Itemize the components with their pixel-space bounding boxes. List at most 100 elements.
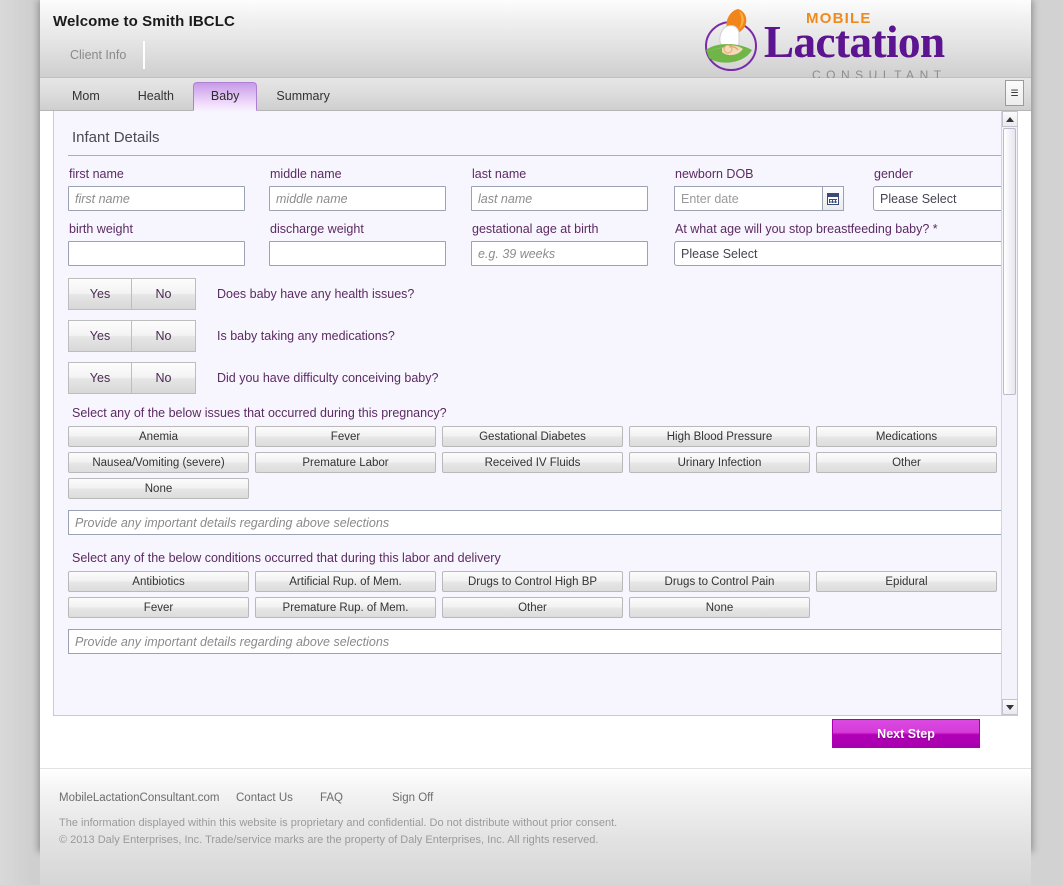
next-step-button[interactable]: Next Step (832, 719, 980, 748)
newborn-dob-label: newborn DOB (675, 167, 754, 181)
option-fever[interactable]: Fever (255, 426, 436, 447)
conceiving-toggle: Yes No (68, 362, 196, 394)
birth-weight-input[interactable] (68, 241, 245, 266)
option-premature-labor[interactable]: Premature Labor (255, 452, 436, 473)
client-info-tab[interactable]: Client Info (53, 40, 143, 69)
footer-links: MobileLactationConsultant.com Contact Us… (40, 769, 1031, 804)
option-other[interactable]: Other (816, 452, 997, 473)
scroll-down-button[interactable] (1002, 699, 1017, 715)
option-labor-none[interactable]: None (629, 597, 810, 618)
first-name-input[interactable] (68, 186, 245, 211)
labor-details-input[interactable] (68, 629, 1003, 654)
option-epidural[interactable]: Epidural (816, 571, 997, 592)
action-bar: Next Step (40, 716, 1031, 768)
conceiving-yes-button[interactable]: Yes (68, 362, 132, 394)
footer-link-contact[interactable]: Contact Us (236, 792, 320, 804)
option-received-iv-fluids[interactable]: Received IV Fluids (442, 452, 623, 473)
stop-breastfeeding-select[interactable]: Please Select ▼ (674, 241, 1017, 266)
option-labor-other[interactable]: Other (442, 597, 623, 618)
option-anemia[interactable]: Anemia (68, 426, 249, 447)
gender-selected-value: Please Select (880, 191, 957, 206)
calendar-icon (827, 192, 839, 205)
option-gestational-diabetes[interactable]: Gestational Diabetes (442, 426, 623, 447)
legal-line-confidential: The information displayed within this we… (59, 817, 618, 829)
calendar-button[interactable] (822, 186, 844, 211)
option-artificial-rupture[interactable]: Artificial Rup. of Mem. (255, 571, 436, 592)
application-page: Welcome to Smith IBCLC Client Info MOBIL… (40, 0, 1031, 885)
footer-link-signoff[interactable]: Sign Off (392, 792, 433, 804)
gender-field: gender Please Select ▼ (873, 167, 1017, 211)
vertical-scrollbar[interactable] (1001, 111, 1017, 715)
stop-breastfeeding-field: At what age will you stop breastfeeding … (674, 222, 1017, 266)
form-panel: Infant Details first name middle name la… (53, 111, 1018, 716)
option-premature-rupture[interactable]: Premature Rup. of Mem. (255, 597, 436, 618)
middle-name-input[interactable] (269, 186, 446, 211)
pregnancy-details-input[interactable] (68, 510, 1003, 535)
brand-logo: MOBILE Lactation CONSULTANT (698, 4, 998, 82)
health-issues-toggle: Yes No (68, 278, 196, 310)
footer-link-faq[interactable]: FAQ (320, 792, 392, 804)
birth-weight-label: birth weight (69, 222, 133, 236)
option-urinary-infection[interactable]: Urinary Infection (629, 452, 810, 473)
yes-no-row: Yes No Does baby have any health issues? (68, 278, 1003, 310)
medications-question: Is baby taking any medications? (217, 329, 395, 343)
newborn-dob-input[interactable] (674, 186, 822, 211)
option-high-blood-pressure[interactable]: High Blood Pressure (629, 426, 810, 447)
footer-legal: The information displayed within this we… (40, 804, 1031, 849)
option-medications[interactable]: Medications (816, 426, 997, 447)
mother-and-baby-icon (705, 9, 757, 71)
middle-name-label: middle name (270, 167, 342, 181)
legal-line-copyright: © 2013 Daly Enterprises, Inc. Trade/serv… (59, 834, 599, 846)
gender-label: gender (874, 167, 913, 181)
tab-mom[interactable]: Mom (53, 82, 119, 111)
yes-no-section: Yes No Does baby have any health issues?… (68, 278, 1003, 394)
medications-toggle: Yes No (68, 320, 196, 352)
health-issues-question: Does baby have any health issues? (217, 287, 415, 301)
birth-weight-field: birth weight (68, 222, 245, 266)
option-nausea-vomiting[interactable]: Nausea/Vomiting (severe) (68, 452, 249, 473)
yes-no-row: Yes No Is baby taking any medications? (68, 320, 1003, 352)
newborn-dob-field: newborn DOB (674, 167, 844, 211)
first-name-label: first name (69, 167, 124, 181)
option-drugs-high-bp[interactable]: Drugs to Control High BP (442, 571, 623, 592)
tab-summary[interactable]: Summary (257, 82, 348, 111)
option-antibiotics[interactable]: Antibiotics (68, 571, 249, 592)
client-tab-bar: Client Info (53, 40, 146, 73)
option-none[interactable]: None (68, 478, 249, 499)
gestational-age-label: gestational age at birth (472, 222, 599, 236)
health-issues-no-button[interactable]: No (132, 278, 196, 310)
gestational-age-input[interactable] (471, 241, 648, 266)
footer-link-site[interactable]: MobileLactationConsultant.com (59, 792, 236, 804)
medications-yes-button[interactable]: Yes (68, 320, 132, 352)
labor-options-grid: Antibiotics Artificial Rup. of Mem. Drug… (68, 571, 1003, 623)
stop-breastfeeding-selected-value: Please Select (681, 246, 758, 261)
main-tab-bar: Mom Health Baby Summary ☰ (40, 78, 1031, 111)
tab-overflow-button[interactable]: ☰ (1005, 80, 1024, 106)
date-picker-group (674, 186, 844, 211)
discharge-weight-input[interactable] (269, 241, 446, 266)
health-issues-yes-button[interactable]: Yes (68, 278, 132, 310)
scrollbar-thumb[interactable] (1003, 128, 1016, 395)
gender-select[interactable]: Please Select ▼ (873, 186, 1017, 211)
scroll-up-button[interactable] (1002, 111, 1017, 127)
discharge-weight-label: discharge weight (270, 222, 364, 236)
conceiving-no-button[interactable]: No (132, 362, 196, 394)
page-header: Welcome to Smith IBCLC Client Info MOBIL… (40, 0, 1031, 82)
pregnancy-prompt: Select any of the below issues that occu… (72, 406, 447, 420)
last-name-input[interactable] (471, 186, 648, 211)
option-drugs-pain[interactable]: Drugs to Control Pain (629, 571, 810, 592)
tab-health[interactable]: Health (119, 82, 193, 111)
chevron-down-icon: ☰ (1010, 87, 1019, 98)
page-footer: MobileLactationConsultant.com Contact Us… (40, 768, 1031, 885)
form-content: Infant Details first name middle name la… (54, 111, 1017, 715)
option-labor-fever[interactable]: Fever (68, 597, 249, 618)
last-name-label: last name (472, 167, 527, 181)
yes-no-row: Yes No Did you have difficulty conceivin… (68, 362, 1003, 394)
gestational-age-field: gestational age at birth (471, 222, 648, 266)
name-row: first name middle name last name newborn… (68, 167, 1017, 211)
pregnancy-options-grid: Anemia Fever Gestational Diabetes High B… (68, 426, 1003, 504)
first-name-field: first name (68, 167, 245, 211)
tab-baby[interactable]: Baby (192, 81, 258, 111)
weights-row: birth weight discharge weight gestationa… (68, 222, 1017, 266)
medications-no-button[interactable]: No (132, 320, 196, 352)
